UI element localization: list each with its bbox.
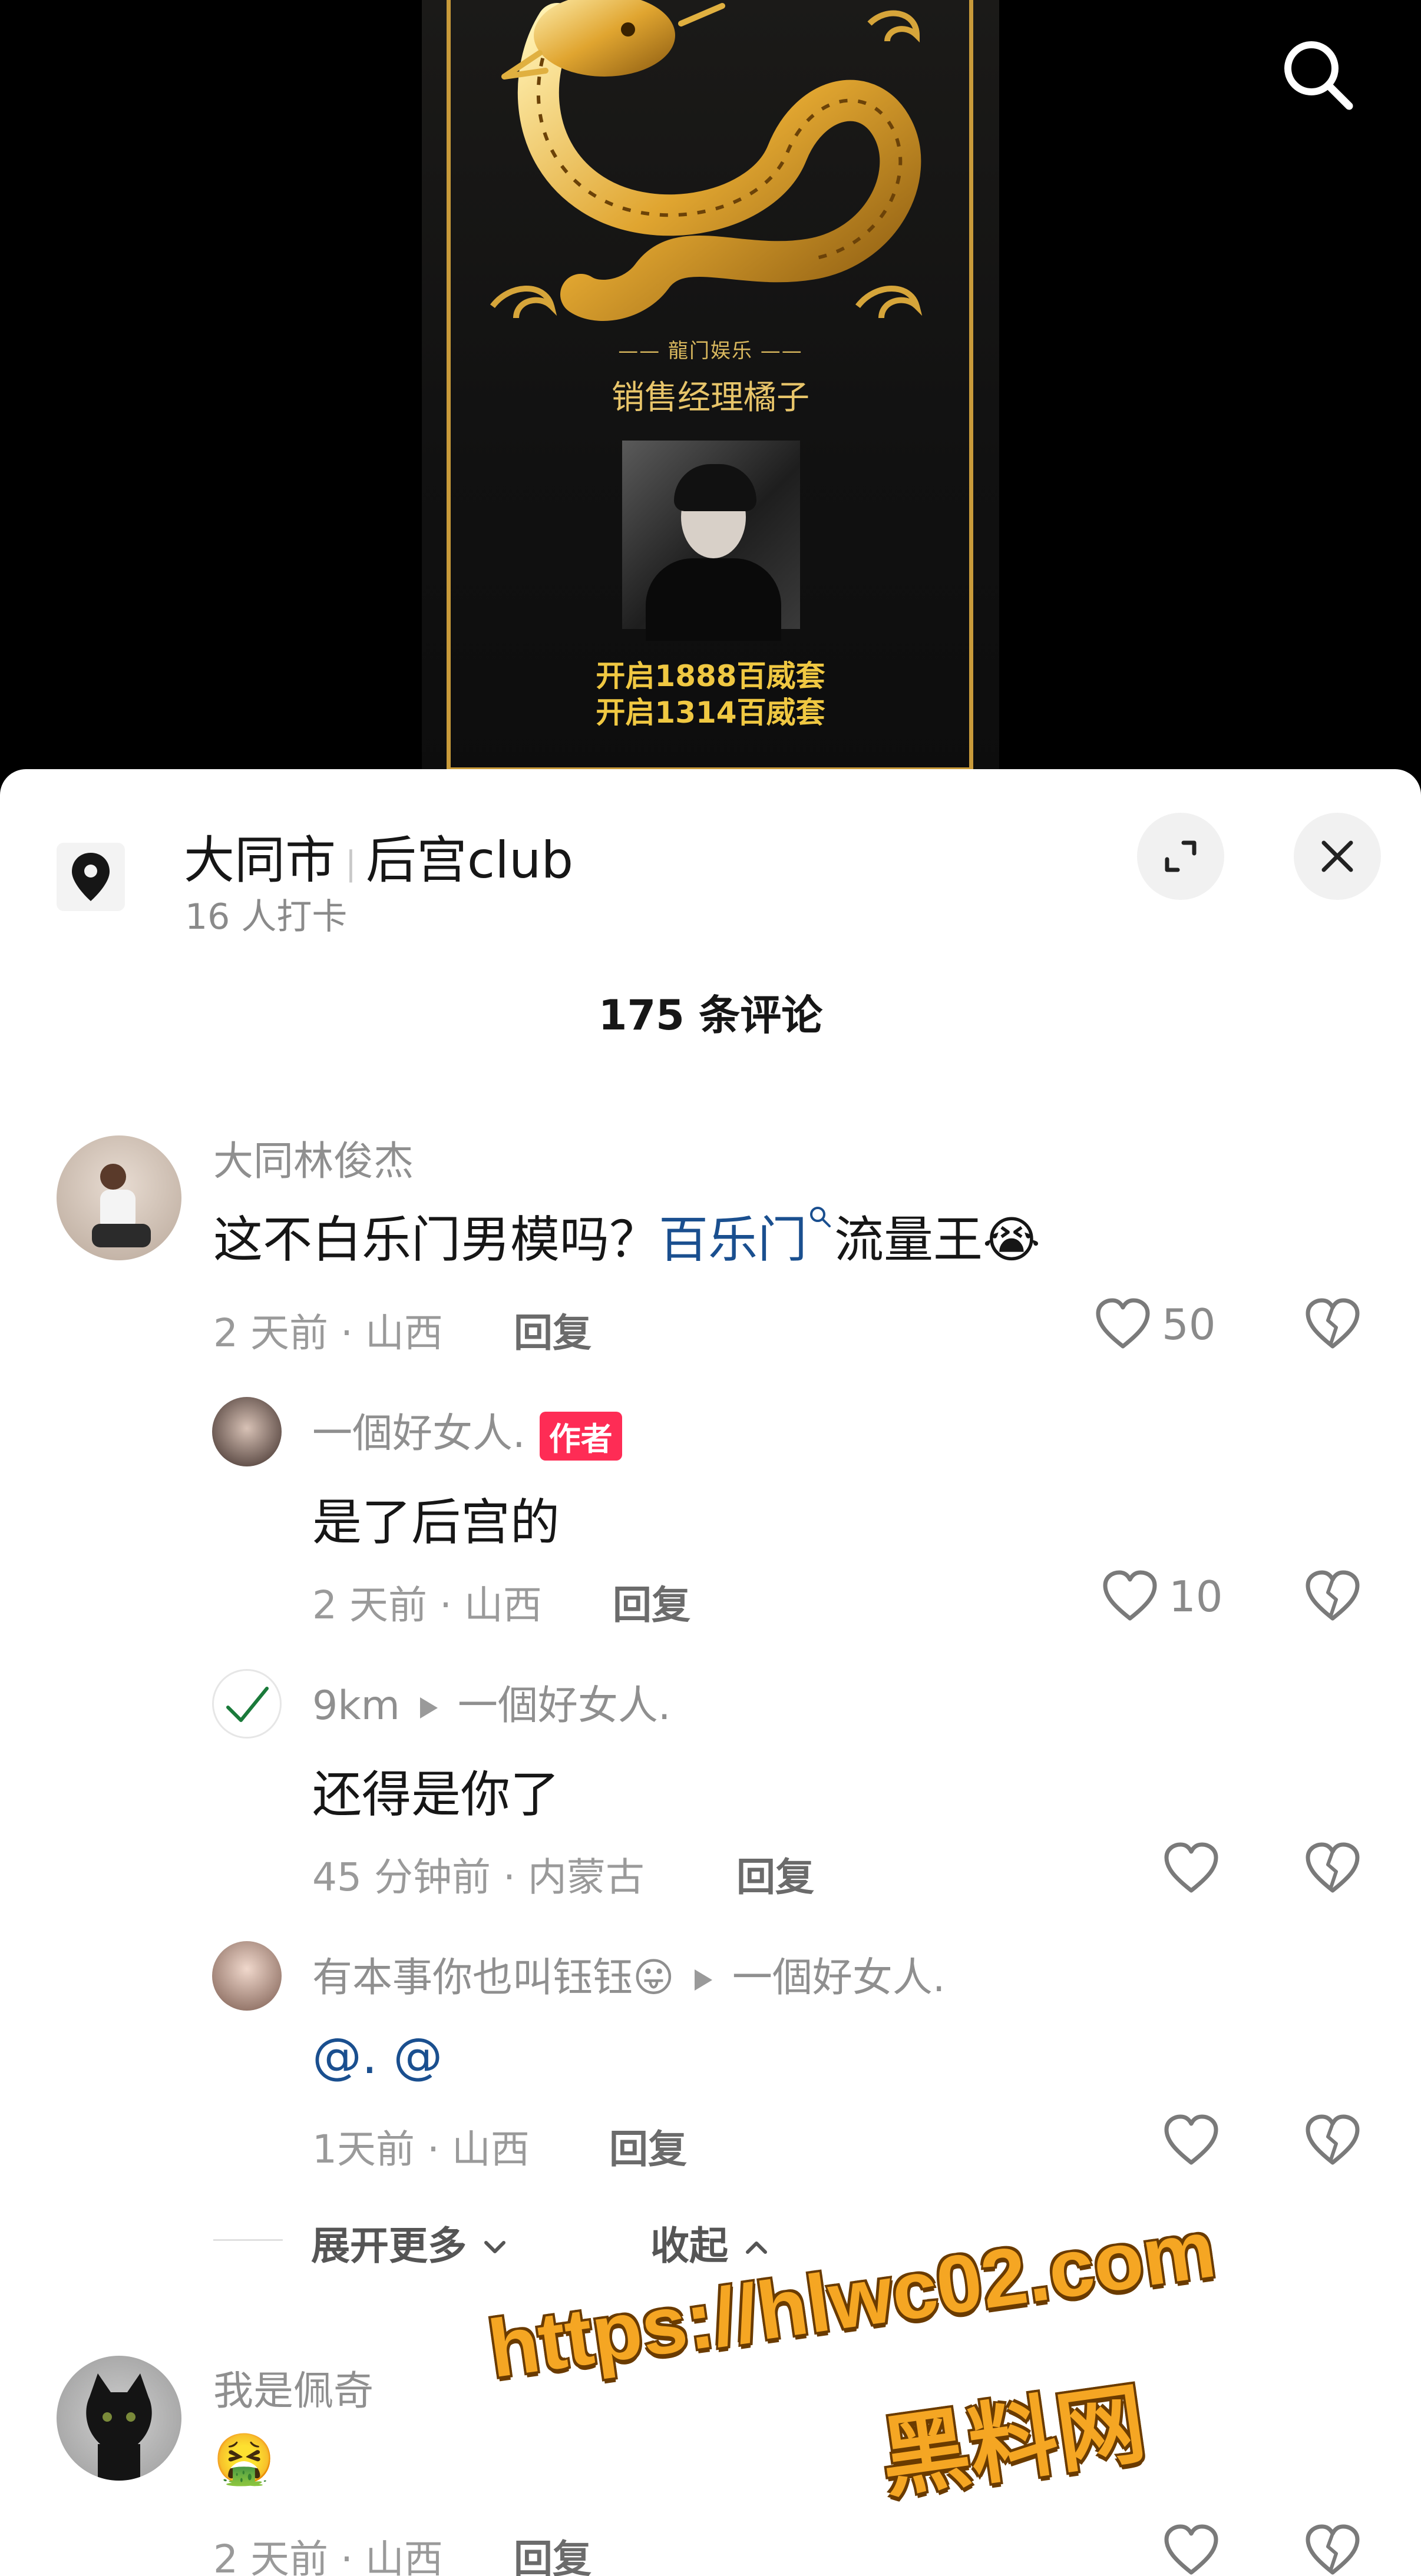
poster-offer-line-2: 开启1314百威套 xyxy=(596,696,825,730)
poster-image: —— 龍门娱乐 —— 销售经理橘子 开启1888百威套 开启1314百威套 xyxy=(422,0,999,777)
comment-username[interactable]: 我是佩奇 xyxy=(213,2358,374,2416)
reply-arrow-icon xyxy=(419,1697,438,1719)
collapse-button[interactable]: 收起 xyxy=(650,2214,771,2271)
reply-text: 还得是你了 xyxy=(312,1766,560,1823)
location-venue: 后宫club xyxy=(365,831,574,890)
chevron-up-icon xyxy=(745,2241,767,2254)
reply-to-username: 一個好女人. xyxy=(732,1955,946,2001)
like-button[interactable]: 10 xyxy=(1102,1570,1223,1623)
checkin-count: 16 人打卡 xyxy=(185,896,348,938)
comment-text: 这不白乐门男模吗？百乐门 流量王😭 xyxy=(213,1200,1040,1272)
tongue-emoji: 😛 xyxy=(633,1955,675,2001)
avatar[interactable] xyxy=(212,1397,282,1466)
expand-icon xyxy=(1165,840,1197,872)
reply-button[interactable]: 回复 xyxy=(736,1846,814,1902)
avatar[interactable] xyxy=(212,1669,282,1739)
crying-laugh-emoji: 😭 xyxy=(983,1211,1041,1269)
comment-item: 大同林俊杰 这不白乐门男模吗？百乐门 流量王😭 xyxy=(0,1128,1421,1269)
expand-sheet-button[interactable] xyxy=(1137,813,1224,900)
poster-brand: —— 龍门娱乐 —— xyxy=(618,339,803,363)
dislike-button[interactable] xyxy=(1304,2114,1361,2170)
dislike-button[interactable] xyxy=(1304,1298,1361,1353)
avatar[interactable] xyxy=(57,2356,181,2481)
broken-heart-icon xyxy=(1306,1842,1360,1893)
search-icon xyxy=(1284,41,1353,110)
link-search-icon xyxy=(810,1207,831,1227)
broken-heart-icon xyxy=(1306,2114,1360,2165)
reply-time-location: 2 天前 · 山西 xyxy=(312,1582,542,1628)
location-title[interactable]: 大同市 | 后宫club xyxy=(184,819,573,892)
heart-icon xyxy=(1103,1570,1157,1621)
expand-more-button[interactable]: 展开更多 xyxy=(311,2214,510,2271)
comment-count: 175 条评论 xyxy=(598,991,823,1039)
reply-button[interactable]: 回复 xyxy=(613,1574,690,1630)
dislike-button[interactable] xyxy=(1304,1570,1361,1625)
heart-icon xyxy=(1096,1298,1150,1349)
reply-button[interactable]: 回复 xyxy=(514,2528,591,2576)
reply-to-username: 一個好女人. xyxy=(457,1683,671,1729)
reply-username[interactable]: 有本事你也叫钰钰😛 一個好女人. xyxy=(312,1945,946,2003)
poster-portrait-photo xyxy=(622,441,800,641)
checkmark-icon xyxy=(226,1687,269,1722)
like-button[interactable]: 50 xyxy=(1095,1298,1216,1351)
black-cat-avatar xyxy=(86,2373,152,2481)
author-badge: 作者 xyxy=(539,1411,622,1461)
heart-icon xyxy=(1164,1842,1218,1893)
broken-heart-icon xyxy=(1306,1298,1360,1349)
poster-manager-title: 销售经理橘子 xyxy=(612,379,809,417)
comment-username[interactable]: 大同林俊杰 xyxy=(213,1128,414,1187)
like-count: 50 xyxy=(1162,1300,1216,1349)
replies-divider xyxy=(213,2239,283,2241)
reply-arrow-icon xyxy=(694,1969,712,1991)
search-button[interactable] xyxy=(1278,35,1355,112)
chevron-down-icon xyxy=(484,2241,505,2253)
reply-time-location: 1天前 · 山西 xyxy=(312,2127,530,2172)
like-count: 10 xyxy=(1169,1572,1223,1621)
dislike-button[interactable] xyxy=(1304,2524,1361,2576)
avatar[interactable] xyxy=(57,1135,181,1260)
like-button[interactable] xyxy=(1163,2114,1220,2167)
avatar[interactable] xyxy=(212,1941,282,2011)
title-separator: | xyxy=(345,845,356,883)
reply-text: @. @ xyxy=(312,2027,443,2085)
reply-button[interactable]: 回复 xyxy=(514,1302,591,1358)
like-button[interactable] xyxy=(1163,2524,1220,2576)
watermark-name: 黑料网 xyxy=(875,2373,1152,2509)
search-link[interactable]: 百乐门 xyxy=(659,1211,807,1269)
reply-text: 是了后宫的 xyxy=(312,1494,560,1551)
vomit-emoji: 🤮 xyxy=(213,2430,275,2488)
location-pin-icon xyxy=(57,843,125,911)
comments-sheet: 大同市 | 后宫club 16 人打卡 175 条评论 大同林俊杰 这不白乐门男模吗… xyxy=(0,769,1421,2576)
broken-heart-icon xyxy=(1306,1570,1360,1621)
reply-time-location: 45 分钟前 · 内蒙古 xyxy=(312,1855,645,1900)
like-button[interactable] xyxy=(1163,1842,1220,1895)
location-city: 大同市 xyxy=(184,831,336,890)
heart-icon xyxy=(1164,2114,1218,2165)
reply-username[interactable]: 一個好女人. 作者 xyxy=(312,1400,622,1461)
comment-time-location: 2 天前 · 山西 xyxy=(213,1310,443,1356)
heart-icon xyxy=(1164,2524,1218,2575)
video-background[interactable]: —— 龍门娱乐 —— 销售经理橘子 开启1888百威套 开启1314百威套 xyxy=(0,0,1421,777)
reply-button[interactable]: 回复 xyxy=(609,2118,687,2174)
golden-dragon-illustration xyxy=(490,0,923,321)
reply-username[interactable]: 9km 一個好女人. xyxy=(312,1673,671,1731)
broken-heart-icon xyxy=(1306,2524,1360,2575)
dislike-button[interactable] xyxy=(1304,1842,1361,1898)
close-button[interactable] xyxy=(1294,813,1381,900)
comment-time-location: 2 天前 · 山西 xyxy=(213,2537,443,2576)
close-icon xyxy=(1321,840,1353,872)
